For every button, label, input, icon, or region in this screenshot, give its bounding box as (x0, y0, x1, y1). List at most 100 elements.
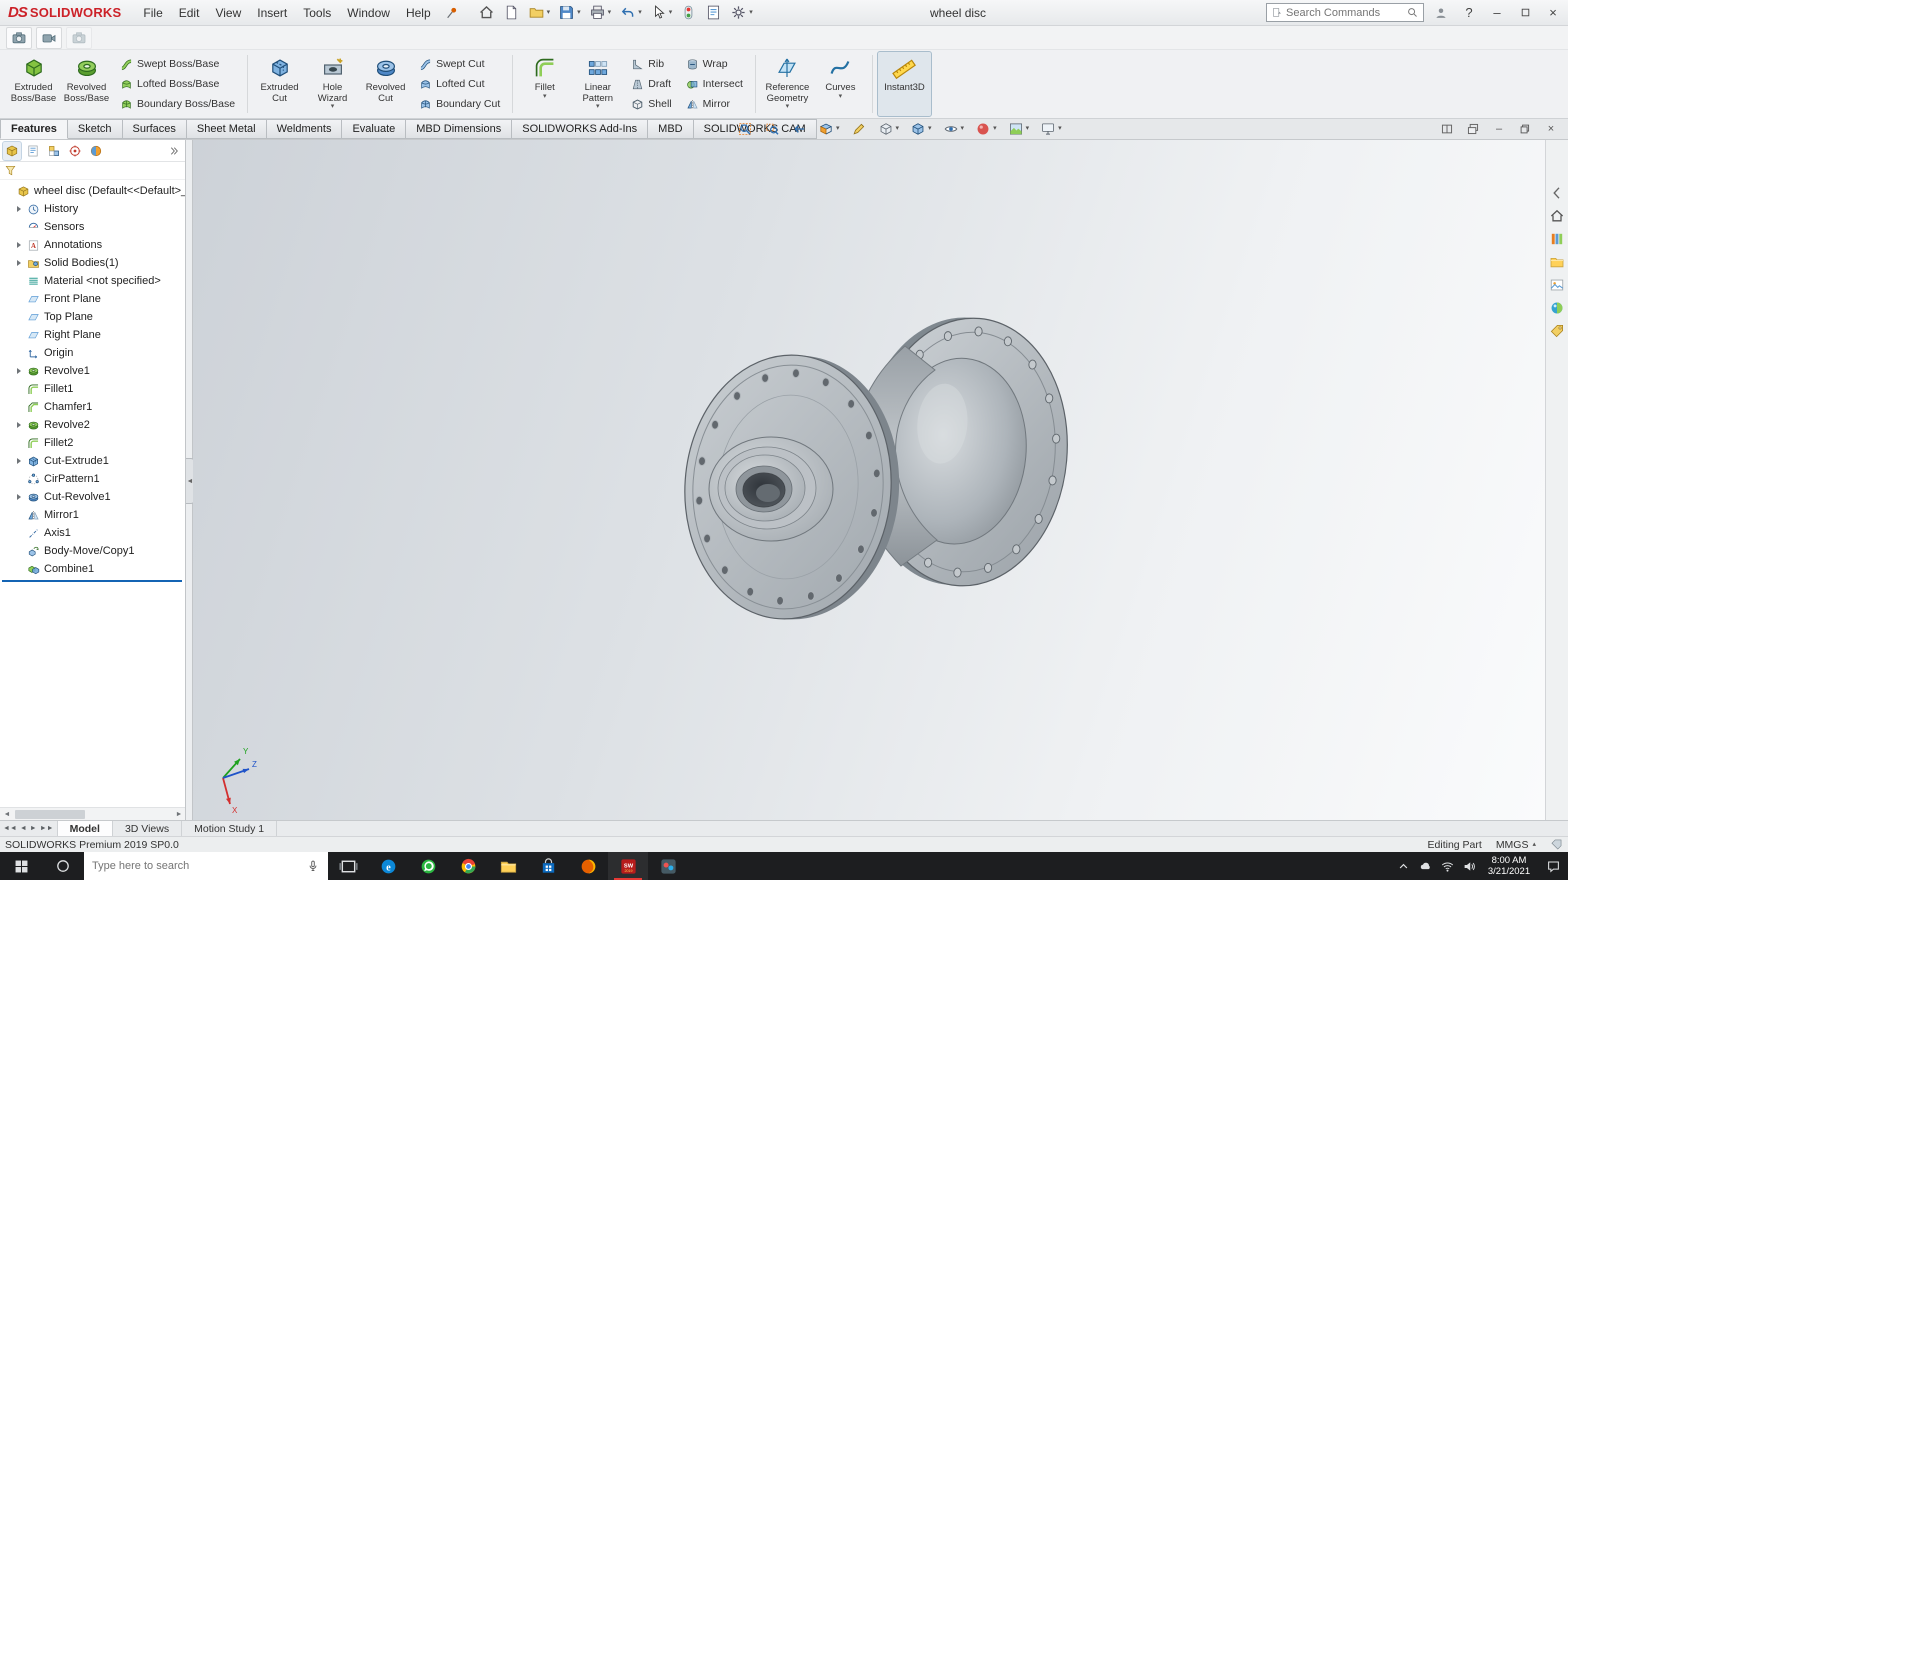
tree-item-chamfer1[interactable]: Chamfer1 (0, 398, 185, 416)
panel-tab-overflow-button[interactable] (166, 142, 182, 158)
start-button[interactable] (0, 852, 42, 880)
tab-mbd-dimensions[interactable]: MBD Dimensions (406, 119, 512, 139)
boundary-cut-button[interactable]: Boundary Cut (416, 97, 503, 112)
dropdown-caret-icon[interactable]: ▾ (896, 126, 900, 132)
tree-item-fillet2[interactable]: Fillet2 (0, 434, 185, 452)
custom-properties-button[interactable] (1548, 322, 1566, 340)
dropdown-caret-icon[interactable]: ▾ (786, 104, 790, 110)
doc-tab-motion-study-1[interactable]: Motion Study 1 (182, 821, 277, 836)
dropdown-caret-icon[interactable]: ▾ (839, 94, 843, 100)
search-commands-box[interactable] (1266, 3, 1424, 22)
tree-item-right-plane[interactable]: Right Plane (0, 326, 185, 344)
video-capture-button[interactable] (36, 27, 62, 49)
file-properties-button[interactable] (702, 2, 725, 23)
print-button[interactable]: ▾ (586, 2, 615, 23)
lofted-boss-base-button[interactable]: Lofted Boss/Base (117, 77, 238, 92)
expand-slot[interactable] (14, 494, 23, 500)
tray-volume-button[interactable] (1458, 852, 1480, 880)
hole-wizard-button[interactable]: HoleWizard▾ (306, 52, 359, 116)
fillet-button[interactable]: Fillet▾ (518, 52, 571, 116)
rollback-bar[interactable] (2, 580, 182, 582)
taskbar-edge-button[interactable]: e (368, 852, 408, 880)
tree-item-cirpattern1[interactable]: CirPattern1 (0, 470, 185, 488)
expand-slot[interactable] (14, 206, 23, 212)
view-palette-button[interactable] (1548, 276, 1566, 294)
expand-chevron-icon[interactable] (17, 458, 21, 464)
hide-show-button[interactable]: ▾ (941, 120, 967, 138)
doc-restore-button[interactable] (1516, 121, 1534, 137)
intersect-button[interactable]: Intersect (683, 77, 746, 92)
dimxpert-manager-tab[interactable] (66, 142, 84, 160)
scroll-next-icon[interactable]: ► (30, 825, 37, 832)
menu-view[interactable]: View (207, 2, 249, 24)
tab-evaluate[interactable]: Evaluate (342, 119, 406, 139)
search-commands-input[interactable] (1286, 7, 1403, 19)
dropdown-caret-icon[interactable]: ▾ (638, 10, 642, 16)
search-scope-icon[interactable] (1271, 7, 1283, 19)
action-center-button[interactable] (1538, 852, 1568, 880)
expand-slot[interactable] (14, 242, 23, 248)
scroll-first-icon[interactable]: ◄◄ (3, 825, 17, 832)
tree-item-history[interactable]: History (0, 200, 185, 218)
expand-chevron-icon[interactable] (17, 260, 21, 266)
draft-button[interactable]: Draft (628, 77, 674, 92)
select-button[interactable]: ▾ (647, 2, 676, 23)
shell-button[interactable]: Shell (628, 97, 674, 112)
mirror-button[interactable]: Mirror (683, 97, 746, 112)
taskbar-task-view-button[interactable] (328, 852, 368, 880)
expand-slot[interactable] (14, 422, 23, 428)
tree-item-axis1[interactable]: Axis1 (0, 524, 185, 542)
swept-boss-base-button[interactable]: Swept Boss/Base (117, 57, 238, 72)
taskbar-store-button[interactable] (528, 852, 568, 880)
taskbar-whatsapp-button[interactable] (408, 852, 448, 880)
tray-wifi-button[interactable] (1436, 852, 1458, 880)
extruded-cut-button[interactable]: ExtrudedCut (253, 52, 306, 116)
dropdown-caret-icon[interactable]: ▾ (749, 10, 753, 16)
expand-chevron-icon[interactable] (17, 494, 21, 500)
pane-float-button[interactable] (1464, 121, 1482, 137)
display-style-button[interactable]: ▾ (908, 120, 934, 138)
undo-button[interactable]: ▾ (616, 2, 645, 23)
units-caret-icon[interactable]: ▴ (1532, 842, 1536, 848)
sketch-pencil-button[interactable] (849, 120, 869, 138)
collapse-pane-button[interactable] (1548, 184, 1566, 202)
zoom-fit-button[interactable] (735, 120, 755, 138)
tray-cloud-button[interactable] (1414, 852, 1436, 880)
cortana-button[interactable] (42, 852, 84, 880)
menu-window[interactable]: Window (339, 2, 398, 24)
instant3d-button[interactable]: Instant3D (878, 52, 931, 116)
file-explorer-pane-button[interactable] (1548, 253, 1566, 271)
taskbar-chrome-button[interactable] (448, 852, 488, 880)
taskbar-search-input[interactable] (92, 860, 300, 872)
capture-options-button[interactable] (66, 27, 92, 49)
microphone-icon[interactable] (306, 859, 320, 873)
menu-insert[interactable]: Insert (249, 2, 295, 24)
section-view-button[interactable]: ▾ (816, 120, 842, 138)
search-icon[interactable] (1406, 6, 1419, 19)
tree-item-mirror1[interactable]: Mirror1 (0, 506, 185, 524)
dropdown-caret-icon[interactable]: ▾ (1058, 126, 1062, 132)
tab-features[interactable]: Features (0, 119, 68, 139)
taskbar-solidworks-button[interactable]: SW2019 (608, 852, 648, 880)
revolved-boss-base-button[interactable]: RevolvedBoss/Base (60, 52, 113, 116)
tray-tray-up-button[interactable] (1392, 852, 1414, 880)
minimize-button[interactable]: – (1486, 3, 1508, 23)
view-orientation-button[interactable]: ▾ (876, 120, 902, 138)
previous-view-button[interactable] (789, 120, 809, 138)
tab-sheet-metal[interactable]: Sheet Metal (187, 119, 267, 139)
appearances-scenes-button[interactable] (1548, 299, 1566, 317)
tree-item-material-not-specified[interactable]: Material <not specified> (0, 272, 185, 290)
scroll-last-icon[interactable]: ►► (40, 825, 54, 832)
wheel-disc-model[interactable]: Y X Z (193, 140, 1545, 820)
rebuild-button[interactable] (677, 2, 700, 23)
maximize-button[interactable] (1514, 3, 1536, 23)
taskbar-clock[interactable]: 8:00 AM 3/21/2021 (1480, 852, 1538, 880)
scroll-thumb[interactable] (15, 810, 85, 819)
dropdown-caret-icon[interactable]: ▾ (961, 126, 965, 132)
user-account-icon[interactable] (1430, 3, 1452, 23)
doc-tab-3d-views[interactable]: 3D Views (113, 821, 182, 836)
tree-item-sensors[interactable]: Sensors (0, 218, 185, 236)
dropdown-caret-icon[interactable]: ▾ (928, 126, 932, 132)
units-selector[interactable]: MMGS ▴ (1496, 839, 1536, 851)
swept-cut-button[interactable]: Swept Cut (416, 57, 503, 72)
